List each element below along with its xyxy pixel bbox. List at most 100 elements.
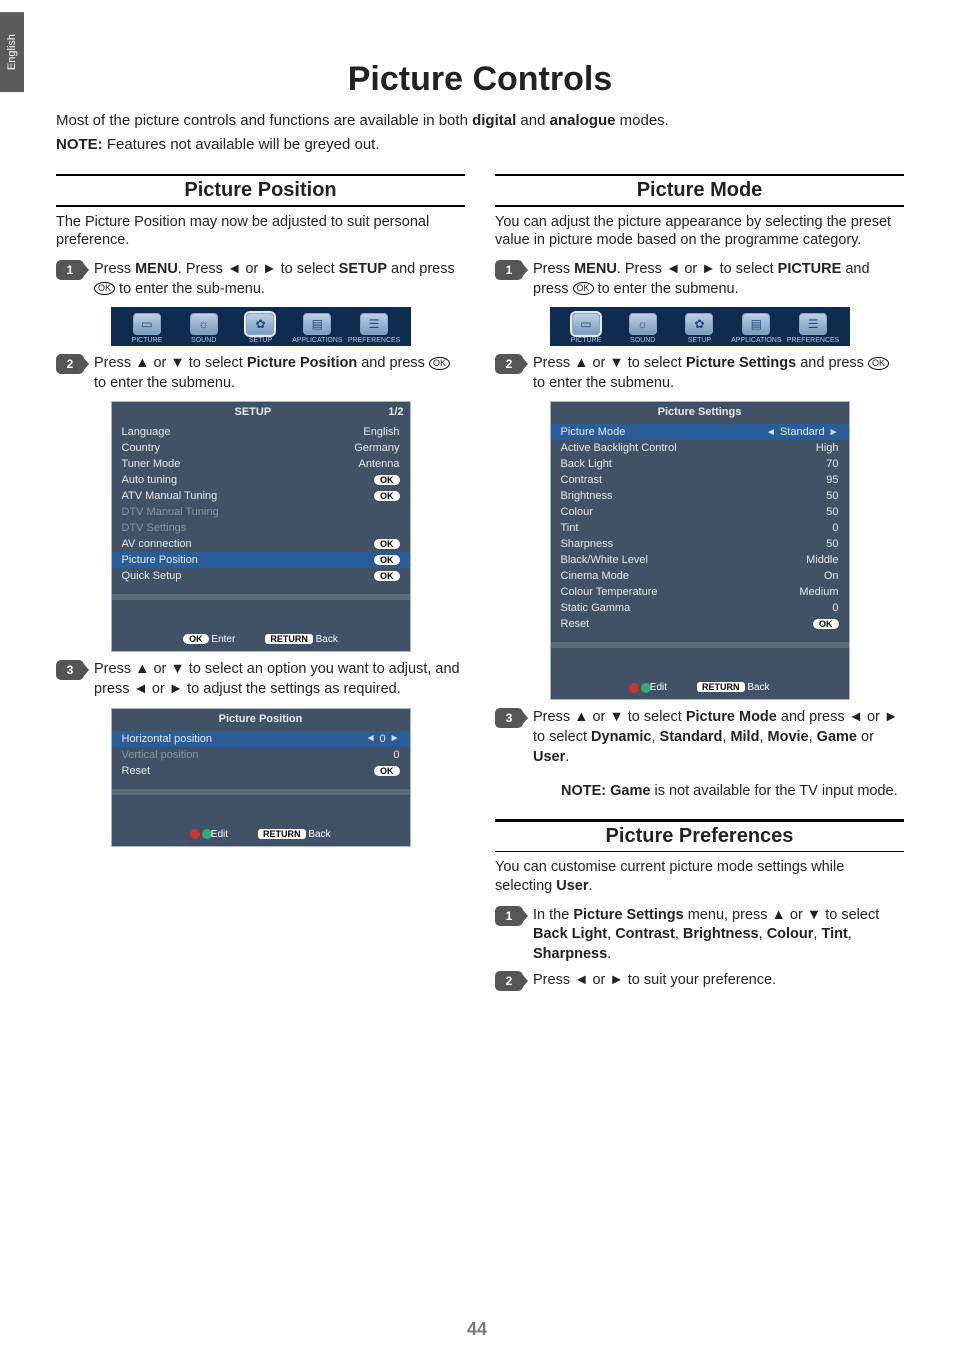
osd-title: SETUP <box>118 406 389 418</box>
osd-picture-settings-box: Picture Settings Picture Mode ◄Standard► A… <box>550 401 850 700</box>
osd-row: ResetOK <box>112 763 410 779</box>
osd-row: Picture Mode ◄Standard► <box>551 424 849 440</box>
section-desc: You can customise current picture mode s… <box>495 858 904 896</box>
return-pill: RETURN <box>258 829 306 839</box>
osd-row-label: Language <box>122 426 171 438</box>
osd-row-value: 95 <box>826 474 838 486</box>
ok-pill: OK <box>374 766 400 776</box>
osd-row-label: Black/White Level <box>561 554 648 566</box>
osd-row: Static Gamma0 <box>551 600 849 616</box>
dpad-icon <box>629 683 639 693</box>
right-arrow-icon: ► <box>829 427 839 438</box>
osd-row: Tint 0 <box>551 520 849 536</box>
osd-row-value: Middle <box>806 554 838 566</box>
step-text: Press ▲ or ▼ to select Picture Position … <box>94 354 465 393</box>
osd-row-value: OK <box>374 538 400 550</box>
applications-icon: ▤ <box>742 313 770 335</box>
osd-row: ResetOK <box>551 616 849 632</box>
osd-footer: Edit RETURN Back <box>112 825 410 846</box>
text: modes. <box>615 112 668 129</box>
osd-row-label: AV connection <box>122 538 192 550</box>
osd-title: Picture Settings <box>557 406 843 418</box>
osd-title: Picture Position <box>118 713 404 725</box>
step-badge: 3 <box>56 660 84 680</box>
osd-row-value: Germany <box>354 442 399 454</box>
tab-applications: ▤APPLICATIONS <box>289 313 346 344</box>
step-text: Press ▲ or ▼ to select Picture Mode and … <box>533 708 904 767</box>
osd-row: Back Light70 <box>551 456 849 472</box>
osd-row-value: 0 <box>832 522 838 534</box>
osd-row-value: OK <box>374 490 400 502</box>
tab-applications: ▤APPLICATIONS <box>728 313 785 344</box>
ok-pill: OK <box>813 619 839 629</box>
osd-row-value: 50 <box>826 506 838 518</box>
step-text: Press MENU. Press ◄ or ► to select SETUP… <box>94 260 465 299</box>
pref-step-1: 1 In the Picture Settings menu, press ▲ … <box>495 906 904 965</box>
osd-row: Vertical position0 <box>112 747 410 763</box>
osd-row-label: Picture Mode <box>561 426 626 438</box>
osd-row-value: OK <box>374 554 400 566</box>
osd-row-label: Cinema Mode <box>561 570 629 582</box>
osd-row-label: Brightness <box>561 490 613 502</box>
intro-line-2: NOTE: Features not available will be gre… <box>56 135 904 155</box>
osd-row-label: Back Light <box>561 458 612 470</box>
osd-row-value: On <box>824 570 839 582</box>
osd-row: AV connection OK <box>112 536 410 552</box>
return-pill: RETURN <box>697 682 745 692</box>
section-heading-picture-mode: Picture Mode <box>495 174 904 207</box>
osd-row-value: Antenna <box>359 458 400 470</box>
text-bold: analogue <box>550 112 616 129</box>
osd-row-value: 50 <box>826 490 838 502</box>
osd-row-label: Tuner Mode <box>122 458 181 470</box>
tab-picture: ▭PICTURE <box>558 313 615 344</box>
ok-icon: OK <box>94 282 115 295</box>
step-text: Press ◄ or ► to suit your preference. <box>533 971 776 991</box>
osd-row-label: Tint <box>561 522 579 534</box>
preferences-icon: ☰ <box>360 313 388 335</box>
osd-row: CountryGermany <box>112 440 410 456</box>
osd-footer: Edit RETURN Back <box>551 678 849 699</box>
sound-icon: ☼ <box>629 313 657 335</box>
step-text: Press ▲ or ▼ to select an option you wan… <box>94 660 465 699</box>
osd-row: Auto tuningOK <box>112 472 410 488</box>
ok-pill: OK <box>374 555 400 565</box>
tab-preferences: ☰PREFERENCES <box>346 313 403 344</box>
step-1: 1 Press MENU. Press ◄ or ► to select SET… <box>56 260 465 299</box>
osd-row: Sharpness50 <box>551 536 849 552</box>
step-badge: 2 <box>495 354 523 374</box>
step-text: Press MENU. Press ◄ or ► to select PICTU… <box>533 260 904 299</box>
ok-pill: OK <box>374 539 400 549</box>
ok-icon: OK <box>429 357 450 370</box>
osd-row-label: Active Backlight Control <box>561 442 677 454</box>
step-badge: 2 <box>56 354 84 374</box>
osd-row: Quick SetupOK <box>112 568 410 584</box>
text: Most of the picture controls and functio… <box>56 112 472 129</box>
osd-row: Tuner Mode Antenna <box>112 456 410 472</box>
language-tab: English <box>0 12 24 92</box>
section-heading-picture-preferences: Picture Preferences <box>495 819 904 852</box>
return-pill: RETURN <box>265 634 313 644</box>
step-2: 2 Press ▲ or ▼ to select Picture Setting… <box>495 354 904 393</box>
osd-row-label: Contrast <box>561 474 603 486</box>
step-badge: 1 <box>495 260 523 280</box>
osd-row-label: Sharpness <box>561 538 614 550</box>
tab-setup: ✿SETUP <box>232 313 289 344</box>
osd-row: ATV Manual TuningOK <box>112 488 410 504</box>
osd-row-value: OK <box>813 618 839 630</box>
preferences-icon: ☰ <box>799 313 827 335</box>
osd-row-value: Medium <box>799 586 838 598</box>
osd-row-value: ◄Standard► <box>766 426 838 438</box>
pref-step-2: 2 Press ◄ or ► to suit your preference. <box>495 971 904 991</box>
left-column: Picture Position The Picture Position ma… <box>56 166 465 997</box>
osd-row: Black/White Level Middle <box>551 552 849 568</box>
osd-row: DTV Manual Tuning <box>112 504 410 520</box>
osd-row: Colour50 <box>551 504 849 520</box>
tab-setup: ✿SETUP <box>671 313 728 344</box>
step-badge: 1 <box>495 906 523 926</box>
osd-row-value: English <box>363 426 399 438</box>
text: Features not available will be greyed ou… <box>103 136 380 153</box>
ok-pill: OK <box>374 491 400 501</box>
tab-sound: ☼SOUND <box>175 313 232 344</box>
step-2: 2 Press ▲ or ▼ to select Picture Positio… <box>56 354 465 393</box>
osd-row-value: OK <box>374 765 400 777</box>
